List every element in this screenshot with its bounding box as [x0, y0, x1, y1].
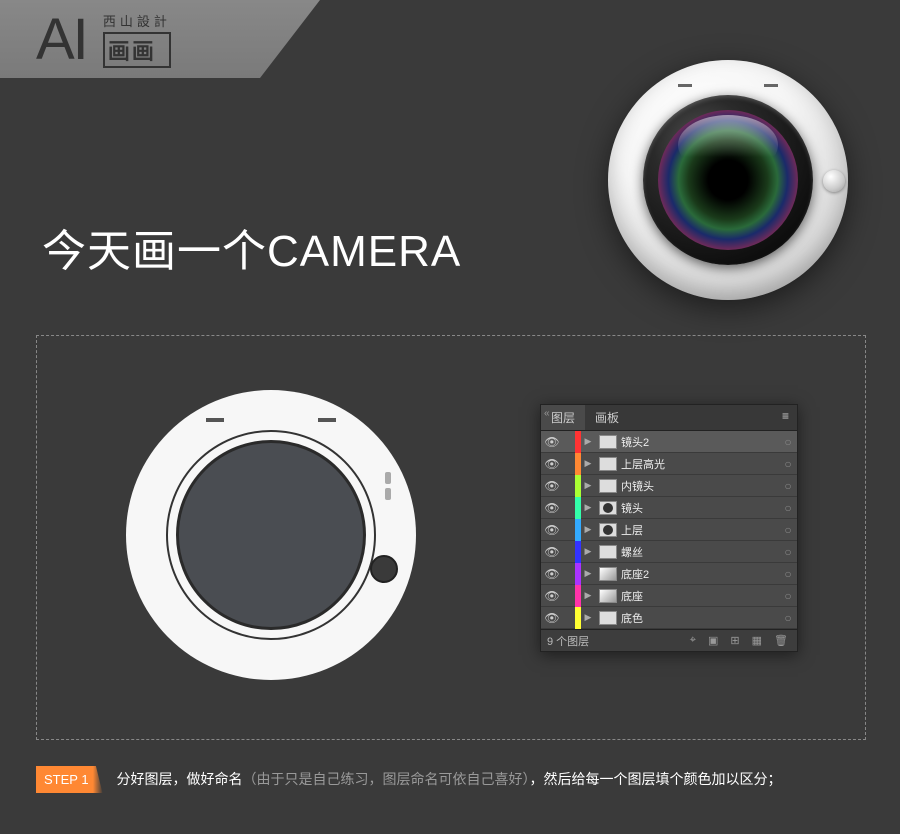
layer-thumbnail — [599, 457, 617, 471]
camera-slot — [678, 84, 692, 87]
expand-icon[interactable]: ▶ — [581, 524, 595, 535]
visibility-icon[interactable]: 👁 — [541, 589, 563, 603]
step-badge: STEP 1 — [36, 766, 103, 793]
layer-thumbnail — [599, 589, 617, 603]
flat-knob — [370, 555, 398, 583]
layer-name: 上层高光 — [621, 456, 779, 472]
expand-icon[interactable]: ▶ — [581, 612, 595, 623]
flat-ring-inner — [176, 440, 366, 630]
panel-collapse-icon[interactable]: « — [544, 408, 550, 419]
layer-row[interactable]: 👁 ▶ 底座○ — [541, 585, 797, 607]
sublayer-icon[interactable]: ⊞ — [727, 634, 742, 647]
ai-logo: AI — [36, 6, 87, 73]
target-icon[interactable]: ○ — [779, 611, 797, 625]
layer-count: 9 个图层 — [547, 633, 589, 649]
layer-row[interactable]: 👁 ▶ 螺丝○ — [541, 541, 797, 563]
camera-slot — [764, 84, 778, 87]
camera-knob — [823, 170, 845, 192]
layer-name: 镜头2 — [621, 434, 779, 450]
layer-row[interactable]: 👁 ▶ 底色○ — [541, 607, 797, 629]
visibility-icon[interactable]: 👁 — [541, 523, 563, 537]
brand-bottom-text: 画画 — [103, 32, 171, 68]
visibility-icon[interactable]: 👁 — [541, 457, 563, 471]
visibility-icon[interactable]: 👁 — [541, 545, 563, 559]
expand-icon[interactable]: ▶ — [581, 546, 595, 557]
flat-nub — [385, 472, 391, 484]
layer-row[interactable]: 👁 ▶ 上层高光○ — [541, 453, 797, 475]
target-icon[interactable]: ○ — [779, 501, 797, 515]
layer-row[interactable]: 👁 ▶ 镜头2○ — [541, 431, 797, 453]
trash-icon[interactable]: 🗑 — [771, 634, 791, 647]
visibility-icon[interactable]: 👁 — [541, 501, 563, 515]
layer-name: 螺丝 — [621, 544, 779, 560]
target-icon[interactable]: ○ — [779, 435, 797, 449]
tab-artboards[interactable]: 画板 — [585, 405, 629, 430]
layer-name: 内镜头 — [621, 478, 779, 494]
panel-tabs: 图层 画板 ≡ — [541, 405, 797, 431]
camera-icon-realistic — [608, 60, 848, 300]
layer-name: 底座2 — [621, 566, 779, 582]
layer-name: 上层 — [621, 522, 779, 538]
flat-nub — [385, 488, 391, 500]
layer-name: 底色 — [621, 610, 779, 626]
brand-top-text: 西山設計 — [103, 11, 171, 30]
camera-lens-inner — [658, 110, 798, 250]
expand-icon[interactable]: ▶ — [581, 480, 595, 491]
layers-panel: « 图层 画板 ≡ 👁▶镜头2○👁▶上层高光○👁▶内镜头○👁▶镜头○👁▶上层○👁… — [540, 404, 798, 652]
panel-footer: 9 个图层 ⌖ ▣ ⊞ ▦ 🗑 — [541, 629, 797, 651]
layer-row[interactable]: 👁 ▶ 上层○ — [541, 519, 797, 541]
target-icon[interactable]: ○ — [779, 479, 797, 493]
layers-list: 👁▶镜头2○👁▶上层高光○👁▶内镜头○👁▶镜头○👁▶上层○👁▶螺丝○👁▶底座2○… — [541, 431, 797, 629]
target-icon[interactable]: ○ — [779, 523, 797, 537]
layer-thumbnail — [599, 435, 617, 449]
expand-icon[interactable]: ▶ — [581, 590, 595, 601]
new-layer-icon[interactable]: ▦ — [749, 634, 765, 647]
layer-thumbnail — [599, 545, 617, 559]
locate-icon[interactable]: ⌖ — [687, 634, 699, 647]
layer-thumbnail — [599, 567, 617, 581]
camera-icon-flat — [126, 390, 416, 680]
logo-block: AI 西山設計 画画 — [0, 0, 171, 78]
layer-thumbnail — [599, 501, 617, 515]
flat-slot — [206, 418, 224, 422]
visibility-icon[interactable]: 👁 — [541, 479, 563, 493]
mask-icon[interactable]: ▣ — [705, 634, 721, 647]
expand-icon[interactable]: ▶ — [581, 436, 595, 447]
layer-thumbnail — [599, 479, 617, 493]
visibility-icon[interactable]: 👁 — [541, 435, 563, 449]
camera-body — [608, 60, 848, 300]
layer-row[interactable]: 👁 ▶ 镜头○ — [541, 497, 797, 519]
page-title: 今天画一个CAMERA — [42, 215, 461, 279]
target-icon[interactable]: ○ — [779, 457, 797, 471]
layer-thumbnail — [599, 611, 617, 625]
layer-name: 镜头 — [621, 500, 779, 516]
layer-row[interactable]: 👁 ▶ 内镜头○ — [541, 475, 797, 497]
caption-text-b: ，然后给每一个图层填个颜色加以区分； — [529, 771, 781, 787]
step-caption: STEP 1 分好图层，做好命名（由于只是自己练习，图层命名可依自己喜好），然后… — [36, 766, 866, 793]
flat-slot — [318, 418, 336, 422]
layer-thumbnail — [599, 523, 617, 537]
caption-text-a: 分好图层，做好命名 — [116, 771, 242, 787]
target-icon[interactable]: ○ — [779, 545, 797, 559]
layer-name: 底座 — [621, 588, 779, 604]
target-icon[interactable]: ○ — [779, 589, 797, 603]
target-icon[interactable]: ○ — [779, 567, 797, 581]
expand-icon[interactable]: ▶ — [581, 458, 595, 469]
expand-icon[interactable]: ▶ — [581, 568, 595, 579]
panel-menu-icon[interactable]: ≡ — [774, 405, 797, 430]
layer-row[interactable]: 👁 ▶ 底座2○ — [541, 563, 797, 585]
expand-icon[interactable]: ▶ — [581, 502, 595, 513]
visibility-icon[interactable]: 👁 — [541, 611, 563, 625]
caption-dim: （由于只是自己练习，图层命名可依自己喜好） — [242, 771, 529, 787]
brand: 西山設計 画画 — [103, 11, 171, 68]
flat-body — [126, 390, 416, 680]
visibility-icon[interactable]: 👁 — [541, 567, 563, 581]
